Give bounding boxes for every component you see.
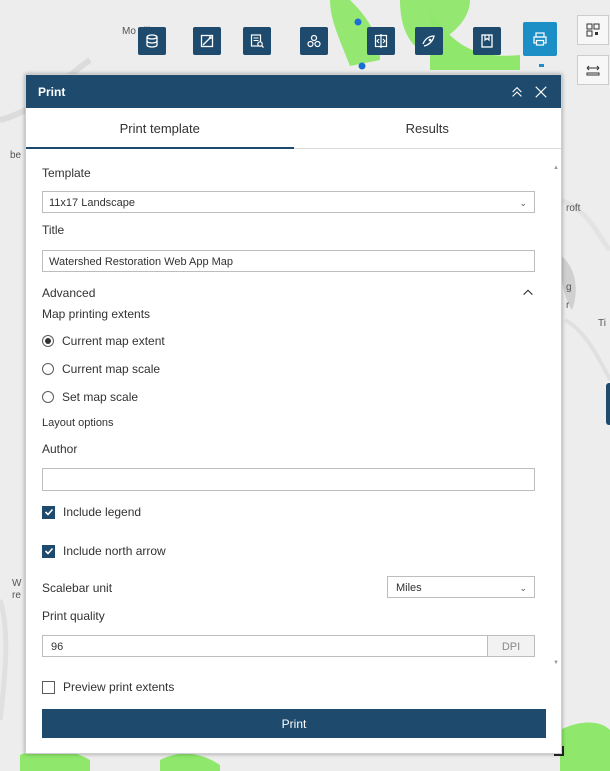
print-quality-value: 96 xyxy=(51,641,64,653)
title-label: Title xyxy=(42,223,65,237)
template-value: 11x17 Landscape xyxy=(49,197,136,209)
print-quality-input[interactable]: 96 xyxy=(42,635,488,657)
scalebar-unit-value: Miles xyxy=(396,582,422,594)
radio-label: Current map scale xyxy=(62,362,161,376)
extents-label: Map printing extents xyxy=(42,307,151,321)
draw-button[interactable] xyxy=(415,27,443,55)
checkbox-label: Preview print extents xyxy=(63,680,175,694)
chevron-down-icon: ⌄ xyxy=(519,583,527,593)
measure-button[interactable] xyxy=(193,27,221,55)
dpi-unit-label: DPI xyxy=(487,635,535,657)
close-icon[interactable] xyxy=(533,84,549,100)
preview-print-extents-checkbox[interactable]: Preview print extents xyxy=(42,680,174,694)
tab-print-template[interactable]: Print template xyxy=(26,108,294,149)
widget-toolbar xyxy=(0,0,610,70)
scroll-up-arrow[interactable]: ▲ xyxy=(553,165,559,171)
map-label: W xyxy=(12,578,22,589)
radio-button[interactable] xyxy=(42,335,54,347)
map-label: re xyxy=(12,590,21,601)
collapse-icon[interactable] xyxy=(509,84,525,100)
print-icon xyxy=(533,32,547,46)
chevron-up-icon[interactable] xyxy=(521,285,535,304)
qr-code-button[interactable] xyxy=(577,15,609,45)
radio-button[interactable] xyxy=(42,363,54,375)
analysis-icon xyxy=(307,34,321,48)
draw-icon xyxy=(422,35,435,47)
check-icon xyxy=(44,547,53,555)
swipe-button[interactable] xyxy=(367,27,395,55)
query-button[interactable] xyxy=(243,27,271,55)
map-label: roft xyxy=(566,203,581,214)
measure-icon xyxy=(200,34,214,48)
analysis-button[interactable] xyxy=(300,27,328,55)
advanced-toggle[interactable]: Advanced xyxy=(42,286,95,300)
checkbox[interactable] xyxy=(42,505,55,519)
swipe-icon xyxy=(374,34,388,48)
scale-arrows-icon xyxy=(586,65,600,76)
print-widget-button[interactable] xyxy=(523,22,557,56)
map-label: r xyxy=(566,300,570,311)
map-label: Ti xyxy=(598,318,606,329)
chevron-down-icon: ⌄ xyxy=(519,198,527,208)
checkbox[interactable] xyxy=(42,680,55,694)
include-legend-checkbox[interactable]: Include legend xyxy=(42,505,141,519)
active-tool-indicator xyxy=(539,64,544,67)
scale-bar-button[interactable] xyxy=(577,55,609,85)
panel-header: Print xyxy=(26,75,561,108)
map-label: be xyxy=(10,150,22,161)
qr-code-icon xyxy=(586,23,600,37)
radio-label: Current map extent xyxy=(62,334,165,348)
query-icon xyxy=(250,34,264,48)
panel-title: Print xyxy=(38,84,66,99)
radio-current-map-scale[interactable]: Current map scale xyxy=(42,362,160,376)
side-panel-tab[interactable] xyxy=(606,383,610,425)
scalebar-unit-select[interactable]: Miles ⌄ xyxy=(387,576,535,598)
radio-button[interactable] xyxy=(42,391,54,403)
resize-handle[interactable] xyxy=(554,746,564,756)
author-label: Author xyxy=(42,442,78,456)
bookmark-icon xyxy=(481,34,493,48)
panel-tabs: Print template Results xyxy=(26,108,561,149)
add-data-button[interactable] xyxy=(138,27,166,55)
checkbox-label: Include legend xyxy=(63,505,142,519)
template-select[interactable]: 11x17 Landscape ⌄ xyxy=(42,191,535,213)
print-quality-label: Print quality xyxy=(42,609,105,623)
author-input[interactable] xyxy=(42,468,535,491)
print-panel: Print Print template Results ▲ ▼ Templat… xyxy=(25,74,564,756)
checkbox-label: Include north arrow xyxy=(63,544,166,558)
template-label: Template xyxy=(42,166,91,180)
title-value: Watershed Restoration Web App Map xyxy=(49,256,234,268)
bookmark-button[interactable] xyxy=(473,27,501,55)
title-input[interactable]: Watershed Restoration Web App Map xyxy=(42,250,535,272)
map-label: g xyxy=(566,282,572,293)
tab-results[interactable]: Results xyxy=(294,108,562,148)
scroll-down-arrow[interactable]: ▼ xyxy=(553,660,559,666)
radio-current-map-extent[interactable]: Current map extent xyxy=(42,334,165,348)
checkbox[interactable] xyxy=(42,544,55,558)
database-icon xyxy=(146,34,158,48)
layout-options-label: Layout options xyxy=(42,417,114,429)
check-icon xyxy=(44,508,53,516)
radio-label: Set map scale xyxy=(62,390,139,404)
scalebar-unit-label: Scalebar unit xyxy=(42,581,113,595)
include-north-arrow-checkbox[interactable]: Include north arrow xyxy=(42,544,166,558)
print-button[interactable]: Print xyxy=(42,709,546,738)
radio-set-map-scale[interactable]: Set map scale xyxy=(42,390,138,404)
